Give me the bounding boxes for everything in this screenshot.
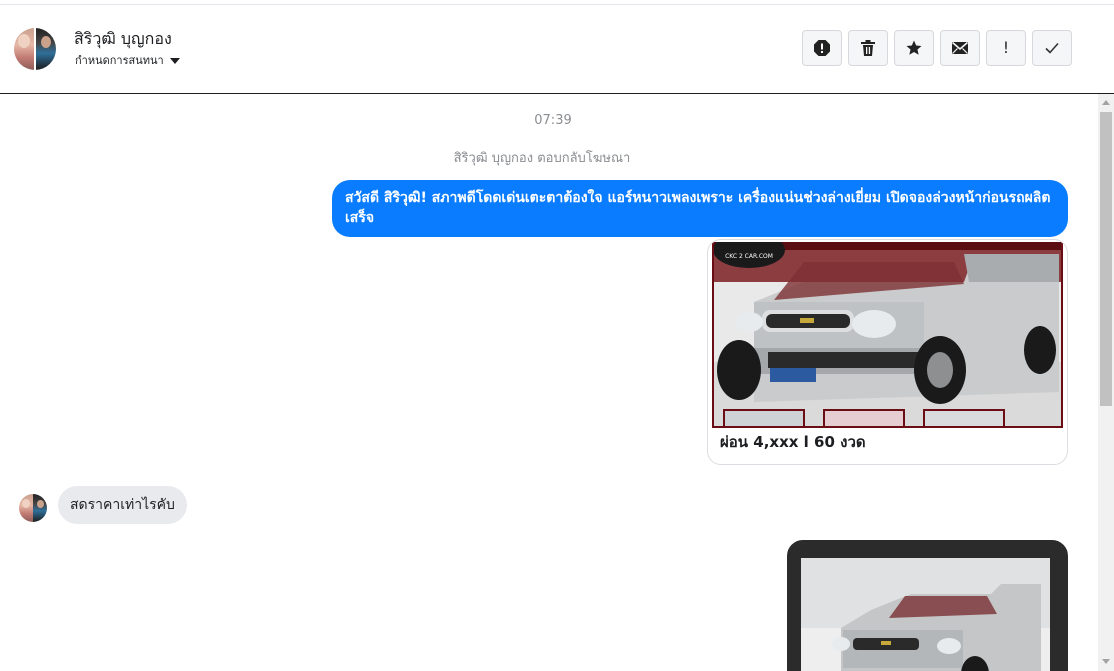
- scrollbar[interactable]: [1098, 94, 1114, 671]
- mark-unread-button[interactable]: [940, 30, 980, 66]
- star-icon: [906, 40, 922, 55]
- outgoing-ad-card[interactable]: CKC 2 CAR.COM ผ่อน 4,xxx l 60 งวด: [707, 239, 1068, 465]
- system-message: สิริวุฒิ บุญกอง ตอบกลับโฆษณา: [453, 151, 631, 166]
- outgoing-message-bubble[interactable]: สวัสดี สิริวุฒิ! สภาพดีโดดเด่นเตะตาต้องใ…: [332, 180, 1068, 237]
- trash-icon: [861, 40, 875, 56]
- message-thread[interactable]: 07:39 สิริวุฒิ บุญกอง ตอบกลับโฆษณา สวัสด…: [0, 94, 1098, 671]
- alert-circle-icon: [814, 40, 830, 56]
- header-toolbar: !: [802, 30, 1072, 66]
- car-photo-image[interactable]: [801, 558, 1050, 671]
- done-button[interactable]: [1032, 30, 1072, 66]
- car-photo-image[interactable]: CKC 2 CAR.COM: [712, 242, 1063, 428]
- pickup-truck-illustration-2: [801, 558, 1050, 671]
- conversation-header: สิริวุฒิ บุญกอง กำหนดการสนทนา !: [0, 5, 1114, 94]
- scroll-down-arrow-icon[interactable]: [1102, 659, 1110, 664]
- chevron-down-icon: [169, 58, 180, 64]
- priority-button[interactable]: !: [986, 30, 1026, 66]
- checkmark-icon: [1045, 42, 1059, 54]
- delete-button[interactable]: [848, 30, 888, 66]
- assign-conversation-dropdown[interactable]: กำหนดการสนทนา: [75, 51, 180, 69]
- message-timestamp: 07:39: [534, 113, 572, 128]
- scroll-up-arrow-icon[interactable]: [1102, 100, 1110, 105]
- contact-avatar[interactable]: [14, 28, 56, 70]
- scrollbar-thumb[interactable]: [1100, 112, 1112, 406]
- ad-card-caption: ผ่อน 4,xxx l 60 งวด: [720, 433, 866, 451]
- pickup-truck-illustration: CKC 2 CAR.COM: [714, 242, 1061, 426]
- exclamation-icon: !: [1002, 38, 1010, 57]
- assign-label: กำหนดการสนทนา: [75, 54, 164, 67]
- outgoing-image-attachment[interactable]: [787, 540, 1068, 671]
- star-button[interactable]: [894, 30, 934, 66]
- spam-button[interactable]: [802, 30, 842, 66]
- contact-name[interactable]: สิริวุฒิ บุญกอง: [74, 27, 172, 52]
- dealer-logo-text: CKC 2 CAR.COM: [725, 253, 773, 260]
- envelope-icon: [951, 41, 969, 54]
- sender-avatar[interactable]: [19, 494, 47, 522]
- incoming-message-bubble[interactable]: สดราคาเท่าไรคับ: [58, 486, 187, 524]
